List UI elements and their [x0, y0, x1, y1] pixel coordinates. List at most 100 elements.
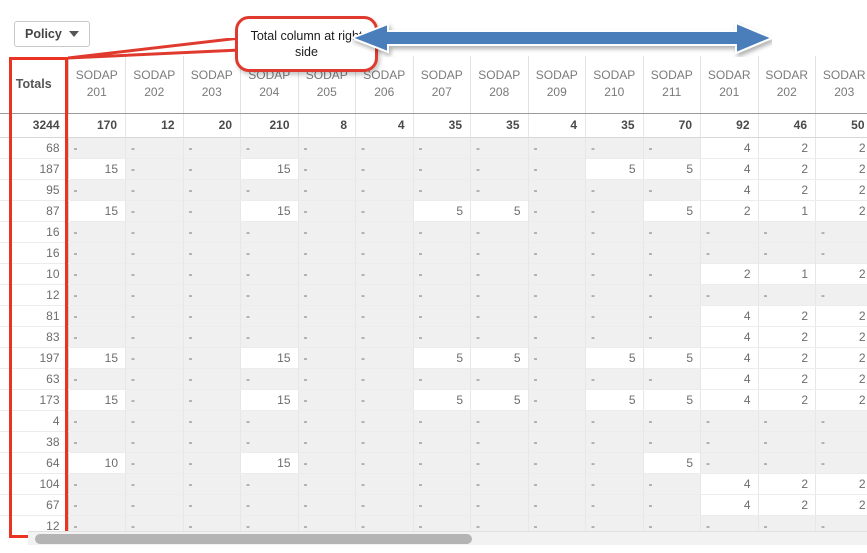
data-cell[interactable]: - [298, 431, 356, 453]
column-header-sodap-211[interactable]: SODAP 211 [643, 56, 701, 114]
data-cell[interactable]: - [758, 410, 816, 432]
data-cell[interactable]: - [298, 200, 356, 222]
row-total-cell[interactable]: 67 [0, 494, 69, 516]
data-cell[interactable]: - [240, 473, 299, 495]
data-cell[interactable]: - [298, 473, 356, 495]
data-cell[interactable]: 2 [758, 305, 816, 327]
data-cell[interactable]: 4 [700, 389, 759, 411]
data-cell[interactable]: 1 [758, 263, 816, 285]
data-cell[interactable]: - [815, 452, 867, 474]
data-cell[interactable]: - [413, 410, 471, 432]
data-cell[interactable]: - [183, 431, 241, 453]
data-cell[interactable]: - [355, 263, 414, 285]
data-cell[interactable]: - [355, 242, 414, 264]
data-cell[interactable]: - [700, 284, 759, 306]
data-cell[interactable]: - [298, 305, 356, 327]
data-cell[interactable]: - [125, 200, 184, 222]
data-cell[interactable]: - [240, 494, 299, 516]
policy-dropdown-button[interactable]: Policy [14, 21, 90, 47]
data-cell[interactable]: 2 [815, 263, 867, 285]
data-cell[interactable]: - [470, 158, 529, 180]
data-cell[interactable]: - [183, 137, 241, 159]
data-cell[interactable]: - [183, 494, 241, 516]
column-header-sodar-201[interactable]: SODAR 201 [700, 56, 759, 114]
data-cell[interactable]: - [470, 179, 529, 201]
data-cell[interactable]: - [183, 473, 241, 495]
data-cell[interactable]: 15 [240, 347, 299, 369]
column-header-sodar-203[interactable]: SODAR 203 [815, 56, 867, 114]
data-cell[interactable]: - [240, 368, 299, 390]
data-cell[interactable]: - [528, 410, 586, 432]
data-cell[interactable]: 4 [700, 326, 759, 348]
data-cell[interactable]: - [125, 284, 184, 306]
data-cell[interactable]: - [528, 200, 586, 222]
data-cell[interactable]: 2 [815, 368, 867, 390]
data-cell[interactable]: - [355, 368, 414, 390]
data-cell[interactable]: 2 [758, 137, 816, 159]
data-cell[interactable]: 2 [758, 347, 816, 369]
data-cell[interactable]: - [125, 410, 184, 432]
data-cell[interactable]: 15 [240, 158, 299, 180]
data-cell[interactable]: - [240, 284, 299, 306]
data-cell[interactable]: - [815, 410, 867, 432]
data-cell[interactable]: 2 [815, 494, 867, 516]
data-cell[interactable]: - [413, 305, 471, 327]
data-cell[interactable]: - [585, 368, 644, 390]
data-cell[interactable]: 15 [240, 200, 299, 222]
data-cell[interactable]: - [528, 326, 586, 348]
data-cell[interactable]: - [700, 452, 759, 474]
data-cell[interactable]: - [298, 221, 356, 243]
data-cell[interactable]: - [240, 221, 299, 243]
data-cell[interactable]: - [298, 368, 356, 390]
data-cell[interactable]: 5 [470, 347, 529, 369]
data-cell[interactable]: 4 [700, 368, 759, 390]
data-cell[interactable]: - [298, 179, 356, 201]
data-cell[interactable]: 2 [815, 473, 867, 495]
data-cell[interactable]: 15 [240, 452, 299, 474]
data-cell[interactable]: - [68, 431, 126, 453]
data-cell[interactable]: - [528, 284, 586, 306]
data-cell[interactable]: - [355, 221, 414, 243]
data-cell[interactable]: - [643, 221, 701, 243]
data-cell[interactable]: - [68, 494, 126, 516]
row-total-cell[interactable]: 197 [0, 347, 69, 369]
data-cell[interactable]: - [413, 158, 471, 180]
data-cell[interactable]: - [413, 431, 471, 453]
data-cell[interactable]: - [183, 326, 241, 348]
data-cell[interactable]: - [585, 284, 644, 306]
data-cell[interactable]: - [68, 368, 126, 390]
data-cell[interactable]: - [298, 326, 356, 348]
column-header-sodap-201[interactable]: SODAP 201 [68, 56, 126, 114]
data-cell[interactable]: 5 [643, 389, 701, 411]
data-cell[interactable]: - [355, 200, 414, 222]
column-header-sodar-202[interactable]: SODAR 202 [758, 56, 816, 114]
column-header-sodap-209[interactable]: SODAP 209 [528, 56, 586, 114]
data-cell[interactable]: - [68, 263, 126, 285]
data-cell[interactable]: - [68, 242, 126, 264]
data-cell[interactable]: - [68, 326, 126, 348]
data-cell[interactable]: - [585, 410, 644, 432]
data-cell[interactable]: - [355, 326, 414, 348]
row-total-cell[interactable]: 63 [0, 368, 69, 390]
data-cell[interactable]: - [298, 263, 356, 285]
row-total-cell[interactable]: 38 [0, 431, 69, 453]
data-cell[interactable]: - [470, 452, 529, 474]
data-cell[interactable]: - [355, 431, 414, 453]
data-cell[interactable]: 2 [815, 179, 867, 201]
data-cell[interactable]: - [758, 242, 816, 264]
data-cell[interactable]: - [413, 242, 471, 264]
data-cell[interactable]: - [298, 452, 356, 474]
data-cell[interactable]: - [470, 473, 529, 495]
data-cell[interactable]: 5 [585, 158, 644, 180]
data-cell[interactable]: 15 [68, 389, 126, 411]
data-cell[interactable]: 5 [643, 158, 701, 180]
data-cell[interactable]: - [68, 284, 126, 306]
data-cell[interactable]: 2 [758, 179, 816, 201]
data-cell[interactable]: 2 [758, 368, 816, 390]
data-cell[interactable]: 2 [815, 326, 867, 348]
data-cell[interactable]: 2 [758, 326, 816, 348]
data-grid-viewport[interactable]: Totals SODAP 201 SODAP 202 SODAP 203 SODAP 204 S… [0, 56, 867, 534]
data-cell[interactable]: - [183, 347, 241, 369]
data-cell[interactable]: - [183, 179, 241, 201]
data-cell[interactable]: 2 [758, 389, 816, 411]
